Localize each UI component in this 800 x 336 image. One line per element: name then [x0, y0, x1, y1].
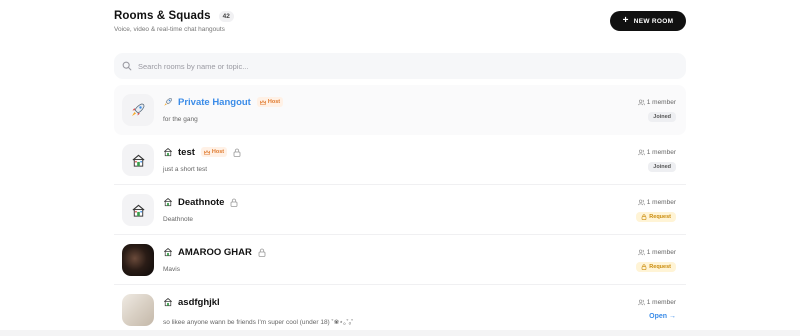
room-row-asdfghjkl[interactable]: asdfghjkl so likee anyone wann be friend… — [114, 285, 686, 335]
member-count-label: 1 member — [646, 99, 676, 106]
room-info: asdfghjkl so likee anyone wann be friend… — [163, 296, 354, 327]
room-name[interactable]: AMAROO GHAR — [178, 247, 252, 258]
users-icon — [637, 249, 645, 256]
room-avatar-photo — [122, 294, 154, 326]
host-badge: Host — [200, 147, 228, 157]
room-description: for the gang — [163, 116, 198, 123]
search-icon — [122, 61, 132, 71]
room-name[interactable]: Private Hangout — [178, 97, 251, 108]
room-meta: 1 member Joined — [637, 99, 676, 122]
room-avatar — [122, 144, 154, 176]
member-count-label: 1 member — [646, 149, 676, 156]
room-info: test Host just a short test — [163, 146, 241, 173]
member-count: 1 member — [637, 249, 676, 256]
house-icon — [163, 198, 173, 207]
host-label: Host — [267, 99, 281, 105]
room-name-line: asdfghjkl — [163, 296, 353, 308]
house-icon — [163, 248, 173, 257]
host-badge: Host — [256, 97, 284, 107]
member-count: 1 member — [637, 99, 676, 106]
request-button[interactable]: Request — [636, 262, 676, 272]
request-button[interactable]: Request — [636, 212, 676, 222]
joined-badge: Joined — [648, 112, 676, 122]
house-icon — [132, 204, 144, 217]
room-avatar — [122, 194, 154, 226]
crown-icon — [259, 99, 266, 105]
lock-icon — [231, 198, 238, 207]
lock-icon — [641, 214, 647, 220]
search-bar — [114, 53, 686, 79]
room-meta: 1 member Open → — [637, 299, 676, 320]
room-row-amaroo-ghar[interactable]: AMAROO GHAR Mavis 1 member Request — [114, 235, 686, 285]
room-avatar-photo — [122, 244, 154, 276]
bottom-edge — [0, 330, 800, 336]
lock-icon — [233, 148, 241, 157]
room-name-line: test Host — [163, 146, 241, 158]
house-icon — [132, 154, 144, 167]
room-list: Private Hangout Host for the gang 1 memb… — [114, 85, 686, 335]
room-row-deathnote[interactable]: Deathnote Deathnote 1 member Request — [114, 185, 686, 235]
rooms-page: Rooms & Squads 42 Voice, video & real-ti… — [114, 0, 686, 326]
users-icon — [637, 99, 645, 106]
lock-icon — [258, 248, 266, 257]
member-count-label: 1 member — [646, 199, 676, 206]
room-row-private-hangout[interactable]: Private Hangout Host for the gang 1 memb… — [114, 85, 686, 135]
room-count-badge: 42 — [218, 10, 234, 22]
room-info: Deathnote Deathnote — [163, 196, 238, 223]
joined-badge: Joined — [648, 162, 676, 172]
room-description: Mavis — [163, 266, 180, 273]
room-description: just a short test — [163, 166, 208, 173]
new-room-label: NEW ROOM — [633, 17, 674, 25]
room-description: Deathnote — [163, 216, 193, 223]
room-info: AMAROO GHAR Mavis — [163, 246, 266, 273]
rocket-icon — [132, 103, 145, 116]
page-subtitle: Voice, video & real-time chat hangouts — [114, 26, 225, 33]
room-name[interactable]: test — [178, 147, 195, 158]
host-label: Host — [211, 149, 225, 155]
plus-icon: + — [622, 15, 629, 26]
page-header: Rooms & Squads 42 Voice, video & real-ti… — [114, 0, 686, 48]
room-avatar — [122, 94, 154, 126]
new-room-button[interactable]: + NEW ROOM — [610, 11, 686, 31]
house-icon — [163, 148, 173, 157]
member-count-label: 1 member — [646, 249, 676, 256]
member-count: 1 member — [637, 199, 676, 206]
room-name-line: Private Hangout Host — [163, 96, 284, 108]
member-count: 1 member — [637, 149, 676, 156]
users-icon — [637, 149, 645, 156]
page-title: Rooms & Squads — [114, 10, 211, 22]
search-input[interactable] — [138, 61, 658, 71]
title-row: Rooms & Squads 42 — [114, 10, 234, 22]
room-name[interactable]: asdfghjkl — [178, 297, 220, 308]
request-label: Request — [649, 214, 671, 220]
room-description: so likee anyone wann be friends I'm supe… — [163, 319, 354, 326]
room-name[interactable]: Deathnote — [178, 197, 224, 208]
room-meta: 1 member Request — [636, 199, 676, 222]
users-icon — [637, 299, 645, 306]
crown-icon — [203, 149, 210, 155]
rocket-icon — [164, 97, 173, 106]
room-meta: 1 member Request — [636, 249, 676, 272]
lock-icon — [641, 264, 647, 270]
room-meta: 1 member Joined — [637, 149, 676, 172]
member-count-label: 1 member — [646, 299, 676, 306]
request-label: Request — [649, 264, 671, 270]
room-name-line: Deathnote — [163, 196, 238, 208]
open-room-link[interactable]: Open → — [649, 313, 676, 320]
house-icon — [163, 298, 173, 307]
room-name-line: AMAROO GHAR — [163, 246, 266, 258]
users-icon — [637, 199, 645, 206]
room-info: Private Hangout Host for the gang — [163, 96, 284, 123]
member-count: 1 member — [637, 299, 676, 306]
room-row-test[interactable]: test Host just a short test 1 member Joi… — [114, 135, 686, 185]
